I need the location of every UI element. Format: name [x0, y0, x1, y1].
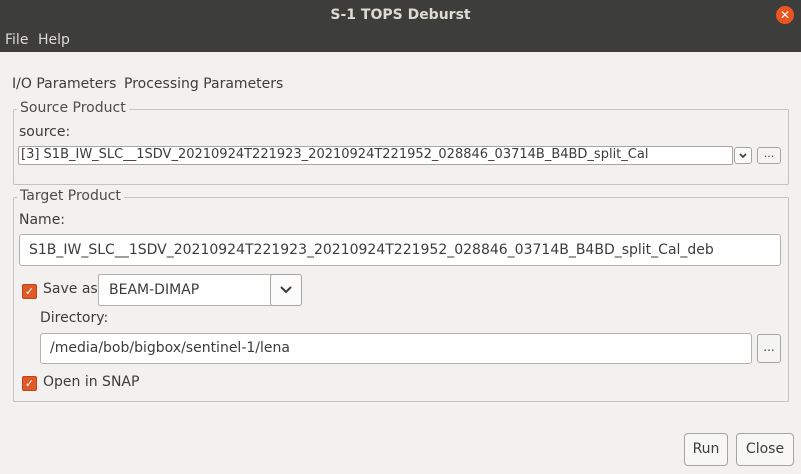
name-label: Name: [19, 212, 66, 228]
directory-browse-button[interactable]: ... [757, 334, 781, 363]
open-in-snap-checkbox[interactable]: ✓ [22, 376, 37, 391]
checkmark-icon: ✓ [24, 285, 35, 298]
target-name-value: S1B_IW_SLC__1SDV_20210924T221923_2021092… [29, 242, 714, 258]
open-in-snap-label: Open in SNAP [43, 374, 140, 390]
save-as-label: Save as: [43, 281, 103, 297]
source-browse-button[interactable]: ... [757, 147, 781, 164]
source-dropdown-button[interactable] [734, 147, 752, 164]
run-button[interactable]: Run [684, 433, 728, 466]
menu-file[interactable]: File [5, 32, 28, 48]
menu-bar: File Help [0, 30, 801, 52]
directory-label: Directory: [40, 310, 109, 326]
source-label: source: [19, 124, 71, 140]
chevron-down-icon [280, 286, 292, 294]
close-icon: ✕ [779, 8, 791, 22]
save-format-dropdown-button[interactable] [270, 274, 302, 306]
save-format-value: BEAM-DIMAP [109, 282, 200, 298]
target-name-input[interactable]: S1B_IW_SLC__1SDV_20210924T221923_2021092… [19, 234, 781, 266]
target-product-legend: Target Product [17, 188, 124, 204]
window-close-button[interactable]: ✕ [776, 6, 794, 24]
save-format-select[interactable]: BEAM-DIMAP [98, 274, 277, 306]
directory-input[interactable]: /media/bob/bigbox/sentinel-1/lena [40, 333, 752, 364]
title-bar: S-1 TOPS Deburst ✕ [0, 0, 801, 30]
window-title: S-1 TOPS Deburst [330, 7, 471, 23]
chevron-down-icon [739, 153, 747, 159]
source-product-value: [3] S1B_IW_SLC__1SDV_20210924T221923_202… [21, 147, 649, 162]
tab-processing-parameters[interactable]: Processing Parameters [124, 76, 283, 92]
save-as-checkbox[interactable]: ✓ [22, 284, 37, 299]
directory-value: /media/bob/bigbox/sentinel-1/lena [50, 340, 290, 356]
source-product-select[interactable]: [3] S1B_IW_SLC__1SDV_20210924T221923_202… [18, 146, 733, 165]
menu-help[interactable]: Help [38, 32, 70, 48]
source-product-legend: Source Product [17, 100, 129, 116]
checkmark-icon: ✓ [24, 377, 35, 390]
tab-io-parameters[interactable]: I/O Parameters [12, 76, 116, 92]
close-button[interactable]: Close [736, 433, 794, 466]
